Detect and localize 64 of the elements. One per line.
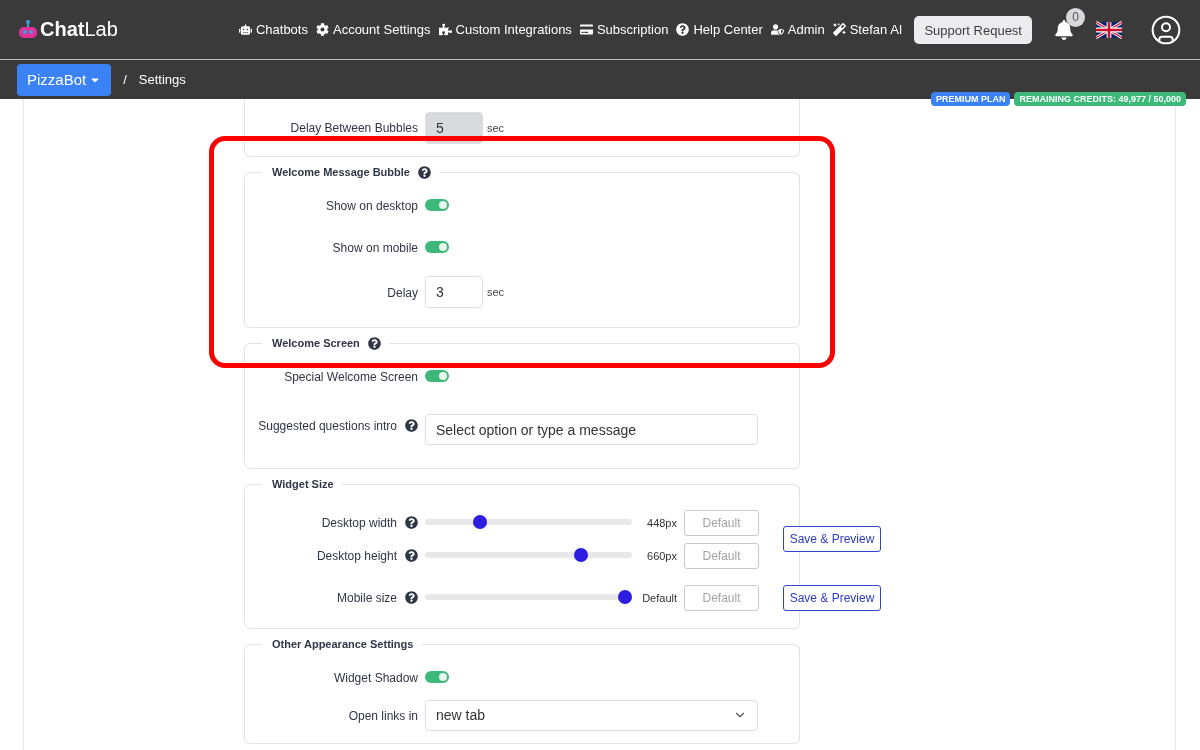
help-icon[interactable] [367, 337, 381, 350]
nav-link[interactable]: Account Settings [315, 22, 431, 37]
text-field[interactable]: Select option or type a message [425, 414, 758, 445]
group-title: Other Appearance Settings [272, 638, 414, 651]
bell-icon[interactable] [1054, 19, 1074, 40]
field-label: Mobile size [336, 591, 397, 605]
slider-value: 660px [647, 549, 677, 562]
toggle-switch[interactable] [425, 199, 449, 211]
unit-label: sec [487, 286, 505, 298]
robot-logo-icon [18, 18, 38, 41]
field-label: Show on desktop [325, 198, 418, 213]
breadcrumb-current: Settings [138, 72, 186, 87]
nav-link[interactable]: Custom Integrations [438, 22, 572, 37]
save-preview-button[interactable]: Save & Preview [783, 526, 881, 552]
slider-thumb[interactable] [618, 590, 632, 604]
field-label: Desktop width [321, 516, 397, 530]
slider-value: Default [642, 591, 677, 604]
unit-label: sec [487, 121, 505, 134]
toggle-switch[interactable] [425, 370, 449, 382]
help-icon[interactable] [417, 166, 431, 179]
number-field[interactable]: 3 [425, 276, 483, 308]
credit-card-icon [579, 23, 593, 36]
field-label: Open links in [348, 708, 418, 723]
user-avatar-icon[interactable] [1150, 13, 1182, 46]
nav-link[interactable]: Admin [770, 22, 825, 37]
gear-icon [315, 23, 329, 36]
nav-link[interactable]: Help Center [676, 22, 763, 37]
puzzle-icon [438, 23, 452, 36]
robot-icon [238, 23, 252, 36]
notification-count: 0 [1066, 7, 1085, 27]
uk-flag-icon[interactable] [1096, 20, 1122, 39]
nav-link[interactable]: Stefan AI [832, 22, 903, 37]
bot-dropdown-button[interactable]: PizzaBot [17, 63, 112, 96]
help-icon[interactable] [405, 516, 418, 530]
group-title: Widget Size [272, 478, 334, 491]
user-shield-icon [770, 23, 784, 36]
help-icon[interactable] [405, 591, 418, 605]
toggle-switch[interactable] [425, 241, 449, 253]
toggle-switch[interactable] [425, 671, 449, 683]
field-label: Delay Between Bubbles [290, 121, 418, 135]
field-label: Delay [387, 285, 418, 300]
select-field[interactable]: new tab [425, 699, 758, 731]
slider-value: 448px [647, 516, 677, 529]
breadcrumb-separator: / [123, 72, 127, 87]
field-label: Special Welcome Screen [284, 369, 418, 384]
slider-thumb[interactable] [573, 548, 588, 562]
help-icon [676, 23, 690, 36]
group-title: Welcome Screen [272, 337, 360, 350]
save-preview-button[interactable]: Save & Preview [783, 584, 881, 611]
support-request-button[interactable]: Support Request [914, 15, 1032, 44]
chatlab-logo[interactable]: ChatLab [18, 18, 118, 41]
field-label: Desktop height [316, 549, 397, 563]
slider-thumb[interactable] [473, 515, 488, 529]
field-label: Show on mobile [332, 240, 418, 255]
group-title: Welcome Message Bubble [272, 166, 410, 179]
plan-badge: PREMIUM PLAN [930, 92, 1011, 106]
nav-link[interactable]: Chatbots [238, 22, 308, 37]
plan-badge: REMAINING CREDITS: 49,977 / 50,000 [1014, 92, 1186, 106]
field-label: Widget Shadow [333, 670, 418, 685]
field-label: Suggested questions intro [258, 419, 397, 433]
magic-wand-icon [832, 23, 846, 36]
nav-link[interactable]: Subscription [579, 22, 669, 37]
help-icon[interactable] [405, 549, 418, 563]
help-icon[interactable] [405, 419, 418, 433]
